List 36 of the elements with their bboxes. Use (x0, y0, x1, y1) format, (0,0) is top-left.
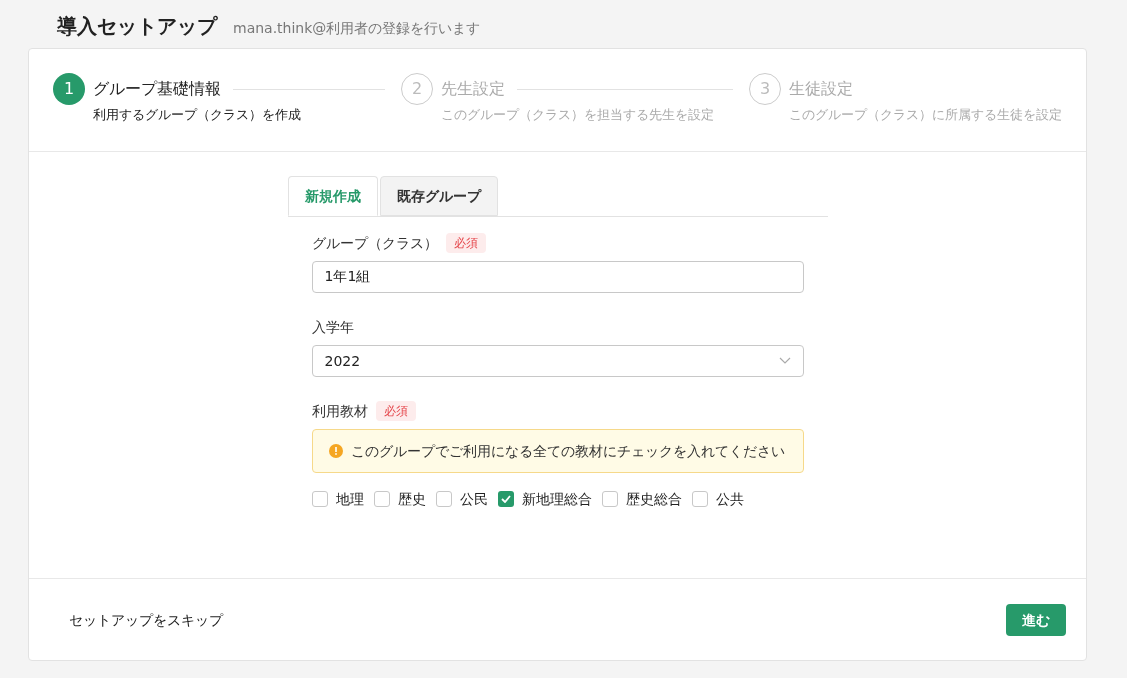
check-icon (500, 495, 511, 503)
year-select[interactable]: 2022 (311, 345, 804, 377)
checkbox[interactable] (435, 491, 452, 507)
group-name-input[interactable]: 1年1組 (311, 261, 804, 293)
step-number: 1 (53, 73, 85, 105)
checkbox-label: 地理 (335, 490, 364, 509)
next-button[interactable]: 進む (1006, 603, 1066, 636)
checkbox[interactable] (691, 491, 708, 507)
checkbox-label: 新地理総合 (521, 490, 592, 509)
step-title: 生徒設定 (789, 78, 853, 100)
step-description: 利用するグループ（クラス）を作成 (93, 106, 302, 124)
checkbox[interactable] (497, 491, 514, 507)
required-badge: 必須 (445, 233, 486, 253)
skip-setup-link[interactable]: セットアップをスキップ (69, 609, 223, 630)
warning-icon (328, 444, 343, 458)
page-subtitle: mana.think@利用者の登録を行います (233, 19, 481, 38)
notice-text: このグループでご利用になる全ての教材にチェックを入れてください (350, 442, 785, 461)
step-description: このグループ（クラス）を担当する先生を設定 (441, 106, 715, 124)
checkbox[interactable] (601, 491, 618, 507)
step-title: 先生設定 (441, 78, 505, 100)
step-description: このグループ（クラス）に所属する生徒を設定 (789, 106, 1062, 124)
tab[interactable]: 既存グループ (379, 176, 498, 216)
checkbox-label: 歴史 (397, 490, 426, 509)
chevron-down-icon (778, 357, 791, 365)
checkbox-label: 公民 (459, 490, 488, 509)
checkbox[interactable] (311, 491, 328, 507)
tab[interactable]: 新規作成 (287, 176, 378, 216)
checkbox-label: 公共 (715, 490, 744, 509)
checkbox-label: 歴史総合 (625, 490, 682, 509)
step-title: グループ基礎情報 (93, 78, 221, 100)
field-label: 利用教材 (311, 402, 368, 421)
page-title: 導入セットアップ (57, 13, 217, 40)
field-label: 入学年 (311, 318, 354, 337)
field-label: グループ（クラス） (311, 234, 438, 253)
checkbox[interactable] (373, 491, 390, 507)
required-badge: 必須 (375, 401, 416, 421)
